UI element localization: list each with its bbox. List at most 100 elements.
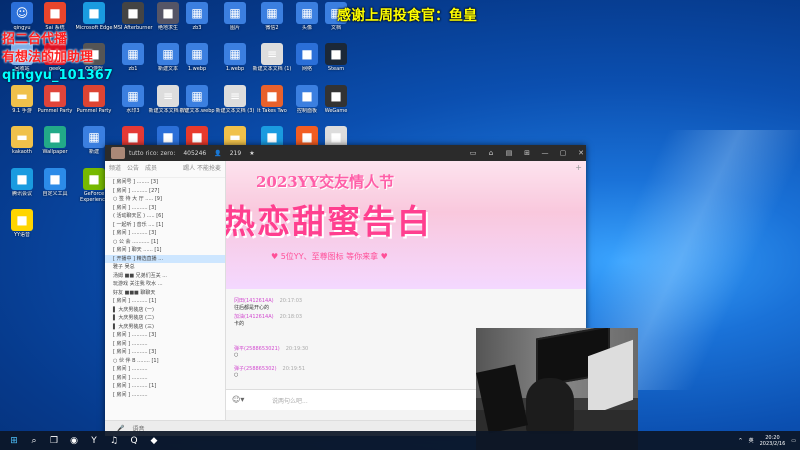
text-file-icon: ≡ (157, 85, 179, 107)
channel-row[interactable]: ○ 伙 伴 B ........ [1] (105, 357, 225, 366)
tab-members[interactable]: 成员 (145, 163, 157, 175)
room-avatar[interactable] (111, 147, 125, 159)
game-icon: ■ (157, 2, 179, 24)
chat-message: 冈田(1412614A) 20:17:03 往后都是开心的 (234, 297, 302, 311)
restore-icon[interactable]: ▢ (558, 148, 568, 158)
channel-row[interactable]: [ 房间 ] 聊天 ...... [1] (105, 246, 225, 255)
system-tray: ^ 英 20:20 2023/2/16 ▭ (738, 431, 796, 450)
shop-icon[interactable]: ▤ (504, 148, 514, 158)
channel-row[interactable]: ▌ 大庆男装店 (三) (105, 323, 225, 332)
gamepad-icon[interactable]: ⊞ (522, 148, 532, 158)
qq-icon[interactable]: Q (124, 431, 144, 450)
channel-row[interactable]: ▌ 大庆男装店 (一) (105, 306, 225, 315)
wallpaper-icon: ■ (44, 126, 66, 148)
channel-row[interactable]: [ 房间 ] .......... [3] (105, 204, 225, 213)
close-icon[interactable]: ✕ (576, 148, 586, 158)
event-banner[interactable]: 2023YY交友情人节 热恋甜蜜告白 ♥ 5位YY、至尊图标 等你来拿 ♥ + (226, 161, 586, 289)
image-file-icon: ▦ (261, 2, 283, 24)
channel-row[interactable]: [ 一起听 ] 音乐 .... [1] (105, 221, 225, 230)
channel-row[interactable]: 玩游戏 关注我 吹水 ... (105, 280, 225, 289)
game-icon: ■ (261, 85, 283, 107)
channel-row[interactable]: [ 开播中 ] 精选直播 ... (105, 254, 225, 263)
chat-input[interactable]: 说两句么吧... (272, 396, 308, 405)
desktop-icon[interactable]: ■YY语音 (2, 207, 42, 259)
online-count: 219 (229, 149, 242, 157)
yy-icon[interactable]: Y (84, 431, 104, 450)
text-file-icon: ≡ (224, 85, 246, 107)
pummel-icon: ■ (44, 85, 66, 107)
desktop-icon-label: Pummel Party (76, 108, 112, 114)
recruit-line-1: 招二台代播 (2, 32, 68, 47)
channel-row[interactable]: [ 房间 ] .......... [1] (105, 297, 225, 306)
desktop-icon-label: 新建文本文档 (1) (252, 66, 292, 72)
desktop-icon-label: Wallpaper (42, 149, 68, 155)
channel-row[interactable]: [ 房间 ] .......... (105, 391, 225, 400)
taskview-icon[interactable]: ❐ (44, 431, 64, 450)
minimize-icon[interactable]: — (540, 148, 550, 158)
meeting-icon: ■ (11, 168, 33, 190)
image-file-icon: ▦ (296, 2, 318, 24)
image-file-icon: ▦ (157, 43, 179, 65)
home-icon[interactable]: ⌂ (486, 148, 496, 158)
desktop-icon-label: Pummel Party (37, 108, 73, 114)
desktop-icon-label: 1.webp (187, 66, 207, 72)
image-file-icon: ▦ (186, 43, 208, 65)
channel-row[interactable]: [ 房间 ] .......... (105, 374, 225, 383)
channel-row[interactable]: ▌ 大庆男装店 (二) (105, 314, 225, 323)
yy-titlebar[interactable]: tutto rico: zero: 405246 👤 219 ★ ▭ ⌂ ▤ ⊞… (105, 145, 586, 161)
video-icon[interactable]: ▭ (468, 148, 478, 158)
channel-row[interactable]: [ 房间 ] .......... (105, 340, 225, 349)
channel-row[interactable]: 好友 ■■■ 聊聊天 (105, 289, 225, 298)
taskbar: ⊞ ⌕ ❐ ◉ Y ♫ Q ◆ ^ 英 20:20 2023/2/16 ▭ (0, 431, 800, 450)
start-icon[interactable]: ⊞ (4, 431, 24, 450)
search-icon[interactable]: ⌕ (24, 431, 44, 450)
browser-icon[interactable]: ◉ (64, 431, 84, 450)
channel-row[interactable]: [ 房间 ] .......... [3] (105, 331, 225, 340)
game-icon[interactable]: ◆ (144, 431, 164, 450)
notification-icon[interactable]: ▭ (791, 438, 796, 444)
desktop-icon-label: It Takes Two (257, 108, 287, 114)
channel-row[interactable]: 汤姆 ■■ 兄弟们互关 ... (105, 272, 225, 281)
app-icon: ■ (44, 168, 66, 190)
chat-sender[interactable]: 弹平(2588653021) (234, 346, 280, 352)
desktop-icon-label: 微信2 (265, 25, 279, 31)
tab-channel[interactable]: 频道 (109, 163, 121, 175)
channel-panel: 频道 公告 成员 踢人 不能抢麦 [ 房间号 ] ........ [3][ 房… (105, 161, 229, 435)
channel-row[interactable]: [ 房间 ] .......... [1] (105, 382, 225, 391)
channel-row[interactable]: [ 房间 ] .......... (105, 365, 225, 374)
music-icon[interactable]: ♫ (104, 431, 124, 450)
channel-row[interactable]: 雅子 吴总 (105, 263, 225, 272)
emoji-icon[interactable]: ☺▾ (232, 395, 244, 404)
channel-row[interactable]: [ 房间号 ] ........ [3] (105, 178, 225, 187)
control-panel-icon: ■ (296, 85, 318, 107)
channel-row[interactable]: [ 房间 ] .......... [3] (105, 348, 225, 357)
desktop-icon-label: 图片 (229, 25, 240, 31)
tab-notice[interactable]: 公告 (127, 163, 139, 175)
desktop-icon-label: WeGame (324, 108, 348, 114)
mode-label: 踢人 不能抢麦 (183, 165, 221, 172)
chat-time: 20:19:51 (282, 366, 306, 372)
tray-up-icon[interactable]: ^ (738, 438, 742, 444)
channel-row[interactable]: [ 房间 ] .......... [27] (105, 187, 225, 196)
channel-row[interactable]: ○ 公 会 ........... [1] (105, 238, 225, 247)
banner-close-icon[interactable]: + (575, 163, 582, 172)
recruit-line-2: 有想法的加助理 (2, 50, 94, 65)
chat-sender[interactable]: 弹子(258865302) (234, 366, 277, 372)
lang-indicator[interactable]: 英 (749, 437, 754, 444)
desktop-icon-label: 1.webp (225, 66, 245, 72)
channel-row[interactable]: [ 房间 ] .......... [3] (105, 229, 225, 238)
taskbar-items: ⊞ ⌕ ❐ ◉ Y ♫ Q ◆ (0, 431, 164, 450)
clock[interactable]: 20:20 2023/2/16 (760, 435, 786, 447)
thanks-overlay: 感谢上周投食官：鱼皇 (337, 8, 477, 24)
star-icon[interactable]: ★ (249, 150, 254, 157)
desktop-icon-label: 水印3 (126, 108, 140, 114)
channel-row[interactable]: ( 活动聊天区 ) ..... [6] (105, 212, 225, 221)
banner-sub: ♥ 5位YY、至尊图标 等你来拿 ♥ (271, 252, 388, 261)
channel-row[interactable]: ○ 签 待 大 厅 ..... [9] (105, 195, 225, 204)
msi-icon: ■ (122, 2, 144, 24)
image-file-icon: ▦ (122, 43, 144, 65)
chat-text: 卡的 (234, 321, 245, 327)
recruit-overlay: 招二台代播 有想法的加助理 qingyu_101367 (2, 31, 113, 85)
user-icon: 👤 (214, 149, 222, 157)
clock-date: 2023/2/16 (759, 440, 786, 447)
